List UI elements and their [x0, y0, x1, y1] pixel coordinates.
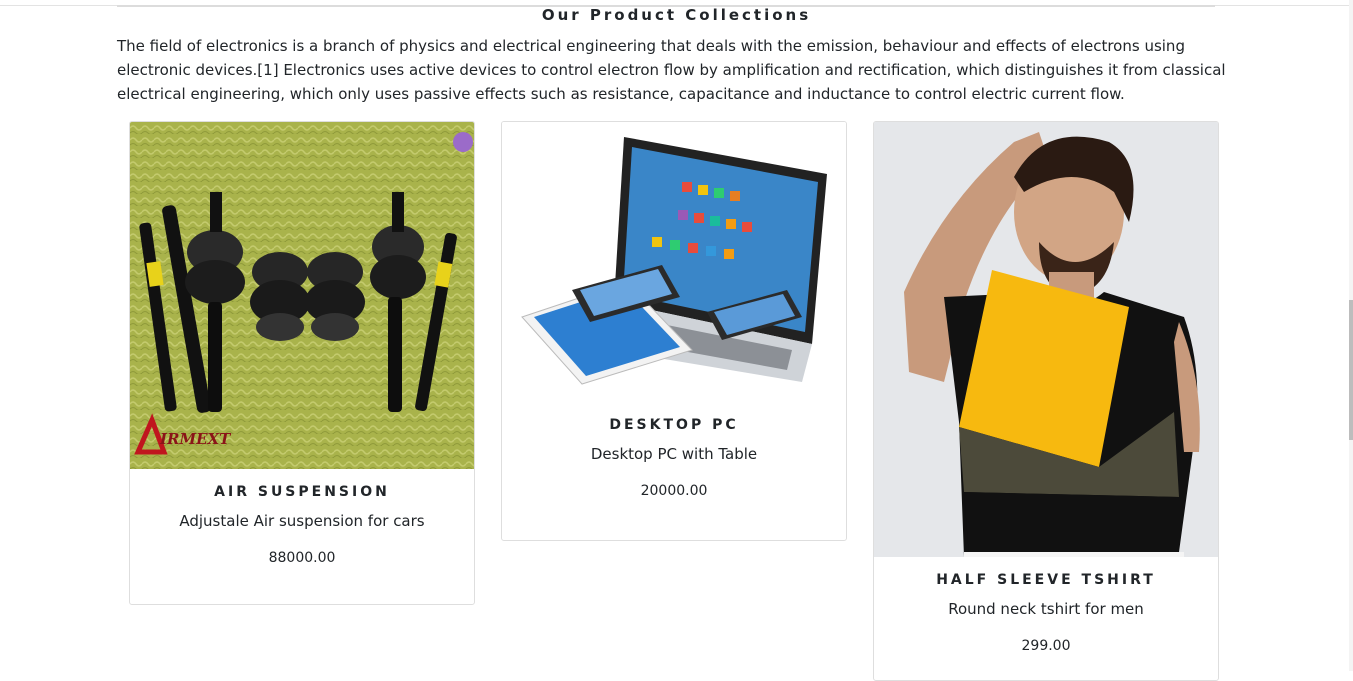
- product-card-desktop-pc[interactable]: DESKTOP PC Desktop PC with Table 20000.0…: [501, 121, 847, 541]
- product-image-half-sleeve-tshirt[interactable]: [874, 122, 1218, 557]
- product-price: 299.00: [1021, 638, 1071, 654]
- product-card-air-suspension[interactable]: IRMEXT AIR SUSPENSION Adjustale Air susp…: [129, 121, 475, 605]
- product-description: Desktop PC with Table: [590, 445, 758, 463]
- product-description: Round neck tshirt for men: [948, 600, 1144, 618]
- product-name[interactable]: DESKTOP PC: [502, 417, 846, 433]
- scrollbar-thumb[interactable]: [1349, 300, 1353, 440]
- product-image-desktop-pc[interactable]: [502, 122, 846, 402]
- air-suspension-photo: IRMEXT: [130, 122, 474, 469]
- product-card-half-sleeve-tshirt[interactable]: HALF SLEEVE TSHIRT Round neck tshirt for…: [873, 121, 1219, 681]
- page-scrollbar[interactable]: [1349, 0, 1353, 671]
- section-title: Our Product Collections: [541, 6, 812, 24]
- laptop-tablet-phone-photo: [502, 122, 846, 402]
- product-name[interactable]: AIR SUSPENSION: [130, 484, 474, 500]
- product-price: 20000.00: [640, 483, 708, 499]
- product-price: 88000.00: [268, 550, 336, 566]
- product-name[interactable]: HALF SLEEVE TSHIRT: [874, 572, 1218, 588]
- section-intro: The field of electronics is a branch of …: [117, 37, 1226, 103]
- svg-text:IRMEXT: IRMEXT: [159, 430, 232, 448]
- product-description: Adjustale Air suspension for cars: [179, 512, 425, 530]
- product-image-air-suspension[interactable]: IRMEXT: [130, 122, 474, 469]
- man-in-tshirt-photo: [874, 122, 1218, 557]
